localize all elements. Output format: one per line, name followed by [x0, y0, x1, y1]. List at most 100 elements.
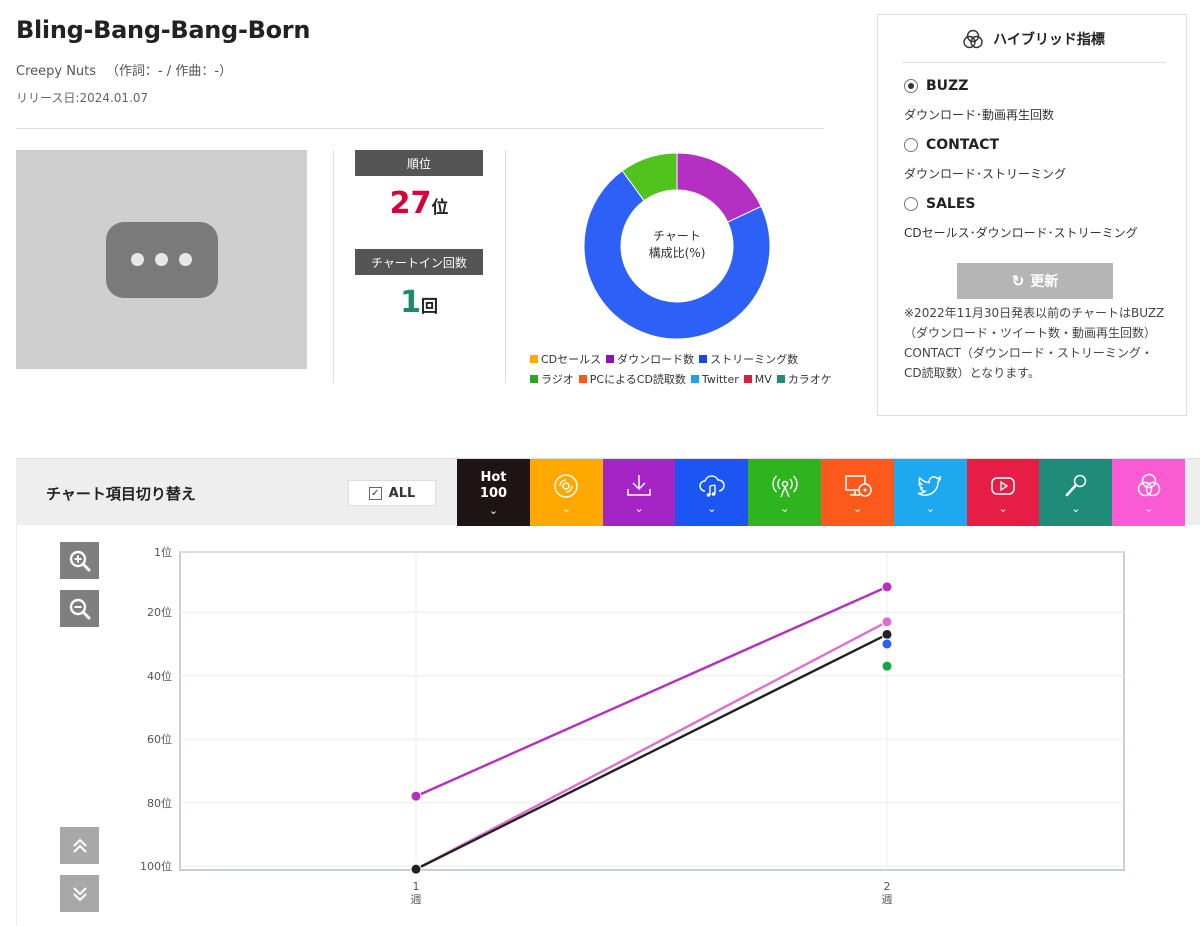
rank-line-chart [179, 551, 1125, 875]
refresh-button[interactable]: ↻ 更新 [957, 263, 1113, 299]
legend-swatch [578, 375, 587, 383]
tab-hot100[interactable]: Hot 100 ⌄ [457, 459, 530, 526]
series-point-0[interactable] [410, 790, 422, 802]
chartin-label: チャートイン回数 [355, 249, 483, 275]
legend-label: CDセールス [541, 353, 602, 366]
divider [505, 150, 506, 383]
donut-center-line2: 構成比(%) [648, 246, 706, 260]
hybrid-icon [1137, 473, 1160, 496]
refresh-icon: ↻ [1011, 273, 1025, 290]
series-point-2[interactable] [881, 628, 893, 640]
tab-karaoke[interactable]: ⌄ [1039, 459, 1113, 526]
series-line-2 [415, 633, 888, 871]
radio-sales[interactable]: SALES [904, 196, 976, 212]
legend-label: ラジオ [541, 373, 574, 386]
radio-contact[interactable]: CONTACT [904, 137, 999, 153]
tab-streaming[interactable]: ⌄ [675, 459, 749, 526]
chevron-down-icon: ⌄ [852, 501, 863, 515]
legend-swatch [743, 375, 752, 383]
refresh-label: 更新 [1030, 273, 1059, 289]
legend-item: カラオケ [776, 370, 832, 390]
series-line-0 [415, 585, 888, 798]
radio-desc: ダウンロード･ストリーミング [904, 167, 1067, 181]
donut-legend: CDセールス ダウンロード数 ストリーミング数 ラジオ PCによるCD読取数 Twitte… [530, 350, 860, 390]
plot-frame [179, 551, 1125, 871]
microphone-icon [1065, 474, 1087, 496]
donut-center-label: チャート 構成比(%) [584, 228, 770, 262]
release-date: リリース日:2024.01.07 [16, 91, 149, 105]
chevron-down-icon: ⌄ [1071, 501, 1081, 515]
tab-cd-sales[interactable]: ⌄ [529, 459, 603, 526]
radio-circle-icon[interactable] [904, 79, 918, 93]
hybrid-panel-title: ハイブリッド指標 [993, 31, 1105, 48]
series-point-4[interactable] [881, 660, 893, 672]
hybrid-icon [963, 29, 983, 48]
radio-desc: CDセールス･ダウンロード･ストリーミング [904, 226, 1138, 240]
tab-radio[interactable]: ⌄ [748, 459, 822, 526]
radio-buzz[interactable]: BUZZ [904, 78, 968, 94]
youtube-icon [991, 476, 1015, 495]
radio-circle-icon[interactable] [904, 138, 918, 152]
legend-item: CDセールス [530, 350, 601, 370]
tab-label: Hot 100 [479, 469, 508, 501]
legend-swatch [530, 355, 538, 363]
legend-label: カラオケ [787, 373, 832, 386]
rank-number: 27 [389, 186, 432, 221]
radio-label: SALES [926, 196, 976, 212]
disc-icon [554, 473, 579, 498]
donut-center-line1: チャート [653, 229, 701, 243]
chevron-down-icon: ⌄ [561, 501, 571, 515]
loading-dots-icon [105, 221, 218, 298]
radio-label: CONTACT [926, 137, 1000, 153]
series-line-1 [415, 620, 888, 871]
download-icon [627, 474, 651, 496]
donut-slice-ダウンロード数 [676, 153, 762, 223]
chartin-value: 1回 [355, 285, 483, 320]
all-toggle-button[interactable]: ✓ ALL [348, 480, 436, 506]
series-point-0[interactable] [881, 581, 893, 593]
tab-mv[interactable]: ⌄ [966, 459, 1040, 526]
pc-disc-icon [844, 474, 872, 497]
series-point-1[interactable] [881, 616, 893, 628]
hybrid-note: ※2022年11月30日発表以前のチャートはBUZZ（ダウンロード・ツイート数・… [904, 306, 1165, 380]
legend-label: ダウンロード数 [617, 353, 695, 366]
radio-label: BUZZ [926, 78, 969, 94]
credits: （作詞：- / 作曲：-） [106, 64, 233, 79]
tab-download[interactable]: ⌄ [602, 459, 676, 526]
chartin-unit: 回 [420, 297, 438, 317]
legend-label: Twitter [701, 373, 739, 386]
cloud-music-icon [699, 474, 725, 497]
chartin-number: 1 [400, 285, 421, 320]
rank-value: 27位 [355, 186, 483, 221]
all-label: ALL [388, 485, 416, 501]
radio-desc: ダウンロード･動画再生回数 [904, 108, 1055, 122]
legend-item: ダウンロード数 [606, 350, 694, 370]
legend-swatch [606, 355, 615, 363]
tab-hybrid[interactable]: ⌄ [1112, 459, 1186, 526]
chart-switcher-bar: チャート項目切り替え ✓ ALL Hot 100 ⌄ ⌄ ⌄ ⌄ ⌄ ⌄ ⌄ ⌄ ⌄ ⌄ [16, 458, 1200, 526]
twitter-icon [917, 475, 942, 496]
artist-line: Creepy Nuts （作詞：- / 作曲：-） [16, 60, 232, 79]
series-point-3[interactable] [881, 638, 893, 650]
legend-item: Twitter [690, 370, 739, 390]
divider [16, 128, 824, 129]
hybrid-panel-header: ハイブリッド指標 [902, 15, 1166, 63]
rank-chart-area: 1位 20位 40位 60位 80位 100位 1週2週 [16, 525, 1200, 926]
chart-switcher-title: チャート項目切り替え [46, 485, 196, 503]
legend-label: MV [754, 373, 772, 386]
video-thumbnail[interactable] [16, 150, 307, 369]
artist-name[interactable]: Creepy Nuts [16, 64, 96, 79]
chevron-down-icon: ⌄ [998, 501, 1008, 515]
radio-circle-icon[interactable] [904, 197, 918, 211]
legend-label: ストリーミング数 [710, 353, 799, 366]
chevron-down-icon: ⌄ [488, 503, 499, 517]
tab-pc-cd-read[interactable]: ⌄ [821, 459, 894, 526]
legend-item: ストリーミング数 [699, 350, 798, 370]
series-point-2[interactable] [410, 863, 422, 875]
legend-swatch [699, 355, 708, 363]
tab-twitter[interactable]: ⌄ [893, 459, 967, 526]
rank-unit: 位 [431, 198, 449, 218]
checkbox-icon[interactable]: ✓ [368, 486, 382, 500]
legend-swatch [690, 375, 699, 383]
legend-item: MV [743, 370, 772, 390]
